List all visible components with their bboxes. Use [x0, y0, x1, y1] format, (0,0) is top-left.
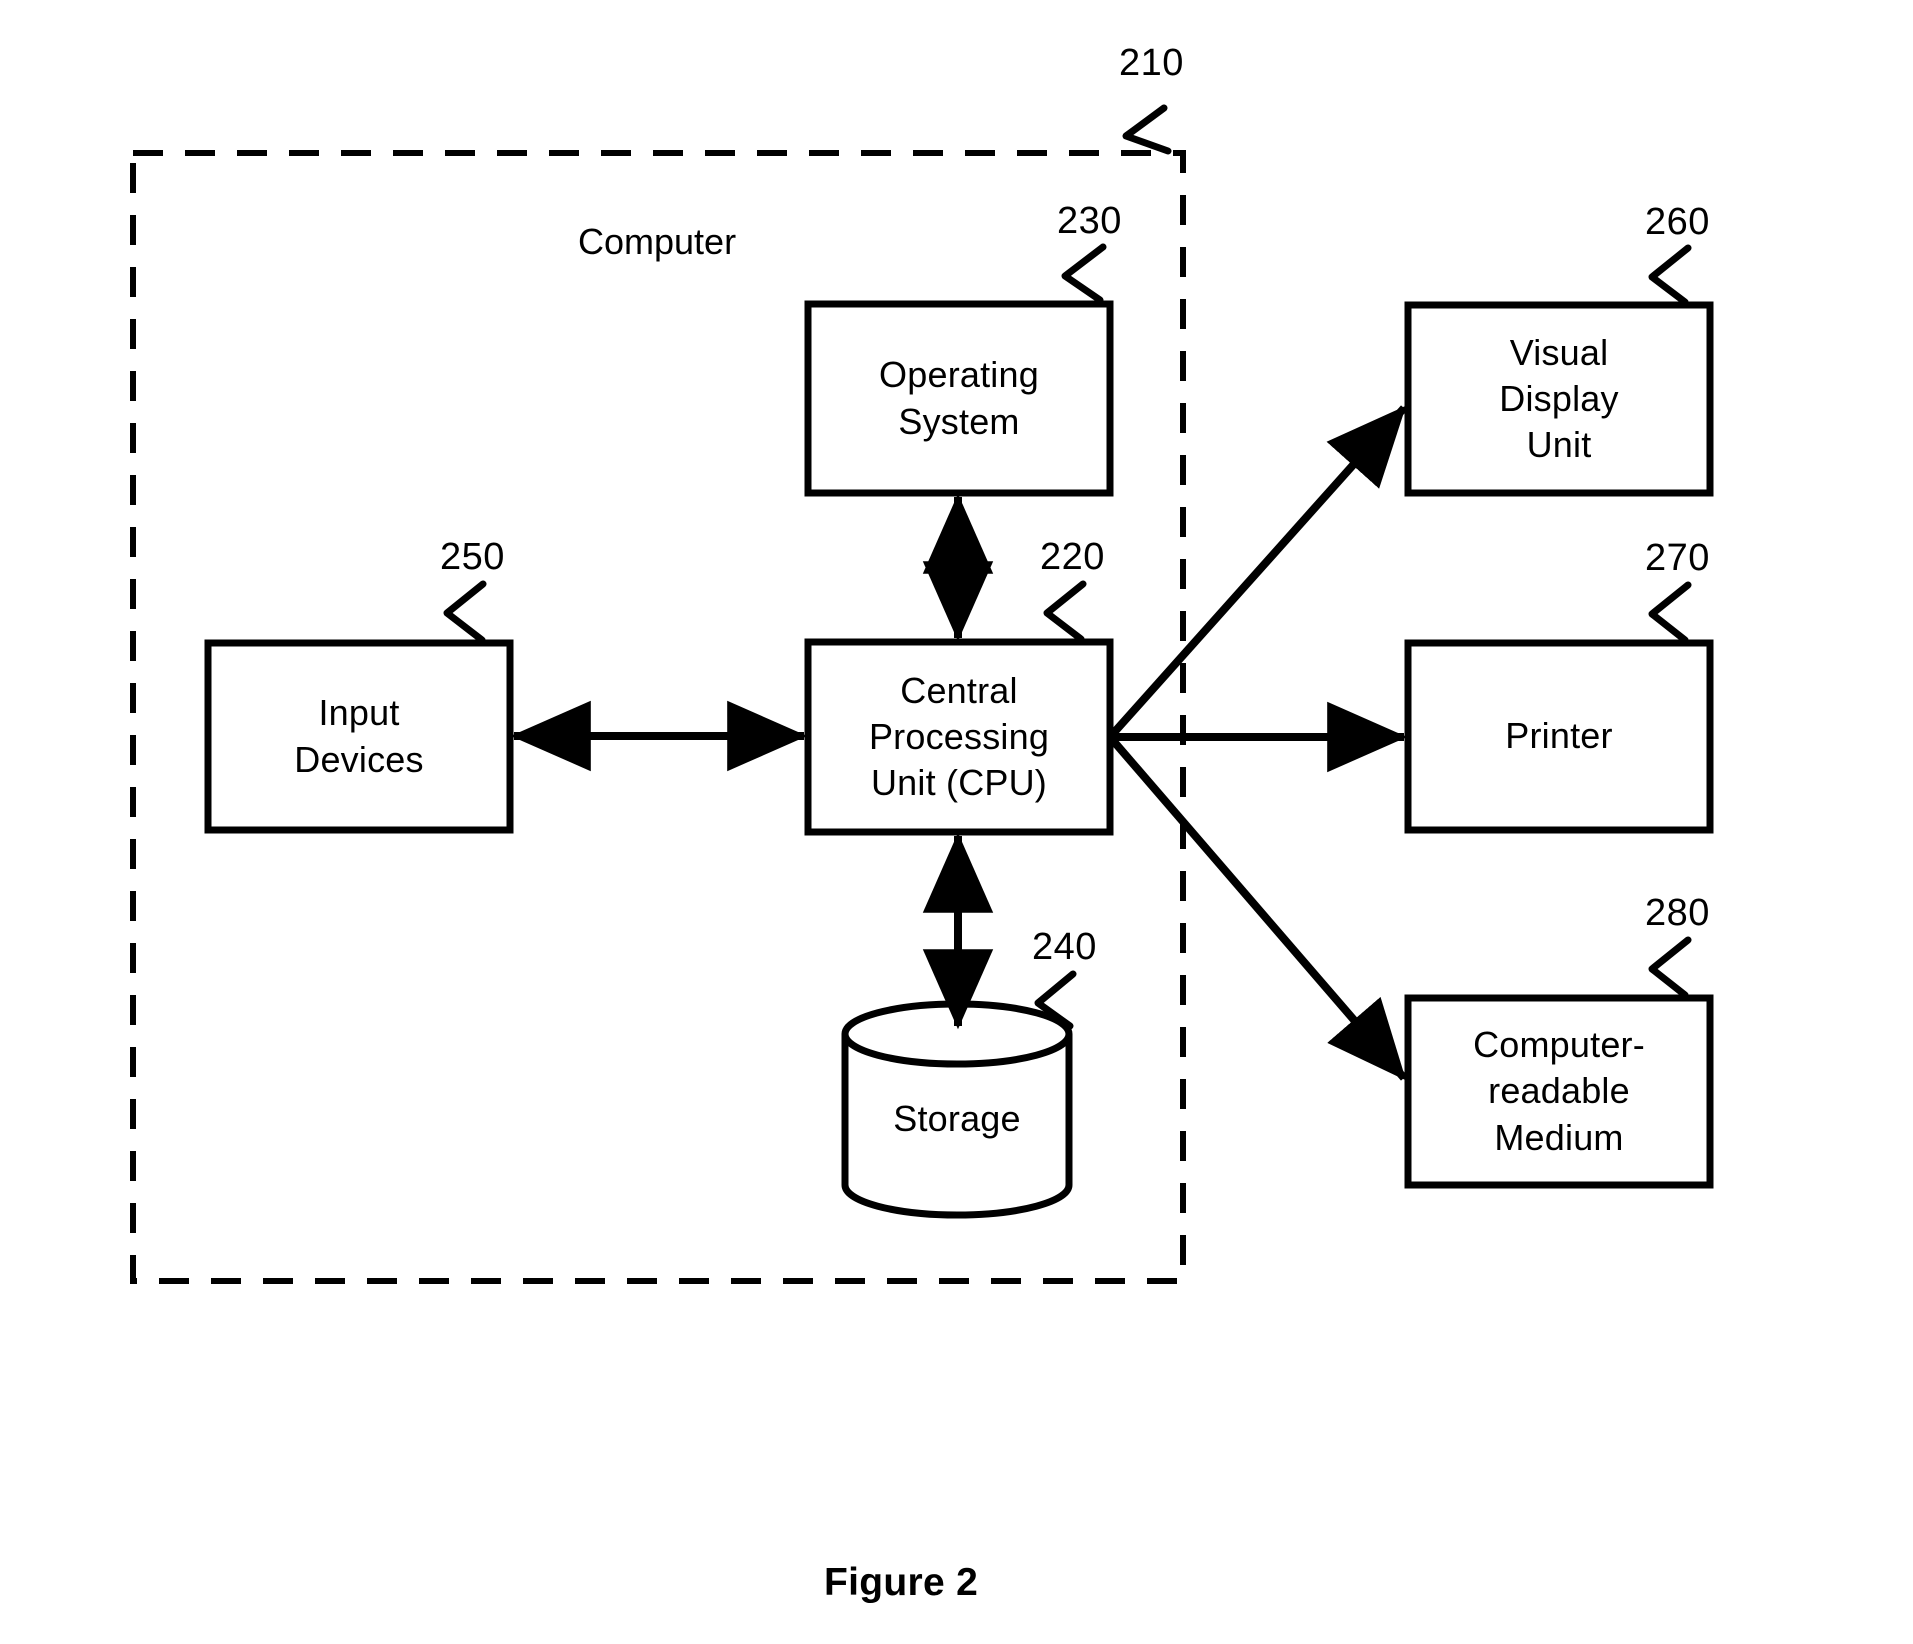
- connector-cpu-visual-display-unit: [1107, 405, 1407, 740]
- leader-line-260: [1648, 244, 1692, 306]
- leader-line-250: [443, 580, 487, 644]
- leader-line-280: [1648, 936, 1692, 999]
- input-devices-box: [204, 639, 514, 834]
- computer-enclosure-label: Computer: [578, 221, 737, 262]
- visual-display-unit-box: [1404, 301, 1714, 497]
- printer-box: [1404, 639, 1714, 834]
- ref-number-210: 210: [1119, 42, 1184, 84]
- cpu-box: [804, 638, 1114, 836]
- ref-number-240: 240: [1032, 926, 1097, 968]
- figure-caption: Figure 2: [824, 1561, 979, 1604]
- connector-cpu-computer-readable-medium: [1106, 734, 1408, 1081]
- leader-line-210: [1122, 104, 1172, 155]
- leader-line-220: [1043, 580, 1087, 643]
- ref-number-220: 220: [1040, 536, 1105, 578]
- leader-line-230: [1061, 243, 1107, 304]
- storage-cylinder: [841, 1000, 1073, 1219]
- ref-number-280: 280: [1645, 892, 1710, 934]
- computer-readable-medium-box: [1404, 994, 1714, 1189]
- figure-2-diagram: Computer 210 Operating System 230 Centra…: [0, 0, 1913, 1644]
- ref-number-230: 230: [1057, 200, 1122, 242]
- ref-number-250: 250: [440, 536, 505, 578]
- ref-number-260: 260: [1645, 201, 1710, 243]
- leader-line-270: [1648, 581, 1692, 644]
- ref-number-270: 270: [1645, 537, 1710, 579]
- diagram-canvas: [130, 104, 1714, 1284]
- operating-system-box: [804, 300, 1114, 497]
